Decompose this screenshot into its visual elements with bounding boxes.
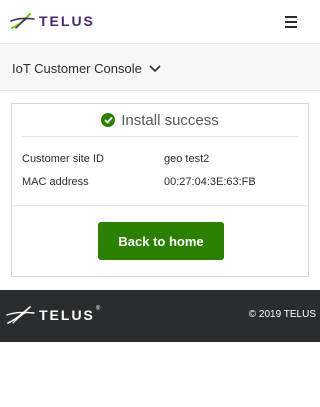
status-header: Install success (22, 104, 298, 137)
field-value: geo test2 (164, 153, 210, 165)
field-label: Customer site ID (22, 153, 104, 165)
registered-mark: ® (95, 306, 101, 312)
console-label: IoT Customer Console (12, 61, 142, 76)
telus-logo[interactable]: TELUS (10, 11, 95, 31)
field-label: MAC address (22, 176, 89, 188)
card-divider (12, 205, 308, 206)
footer: TELUS ® © 2019 TELUS (0, 290, 320, 342)
console-dropdown-button[interactable]: IoT Customer Console (12, 61, 161, 76)
copyright-text: © 2019 TELUS (248, 309, 316, 320)
chevron-down-icon (149, 64, 161, 72)
hamburger-menu-icon[interactable] (283, 14, 299, 30)
footer-brand-wordmark: TELUS (39, 307, 95, 323)
check-circle-icon (101, 113, 116, 127)
footer-telus-logo[interactable]: TELUS ® (6, 306, 100, 324)
install-result-card: Install success Customer site ID geo tes… (11, 103, 309, 277)
telus-swoosh-icon (10, 13, 35, 29)
brand-wordmark: TELUS (39, 13, 95, 29)
field-value: 00:27:04:3E:63:FB (164, 176, 256, 188)
console-subnav: IoT Customer Console (0, 45, 320, 91)
top-header: TELUS (0, 0, 320, 44)
back-to-home-button[interactable]: Back to home (98, 222, 224, 260)
telus-swoosh-icon (6, 306, 35, 324)
status-text: Install success (121, 111, 219, 129)
